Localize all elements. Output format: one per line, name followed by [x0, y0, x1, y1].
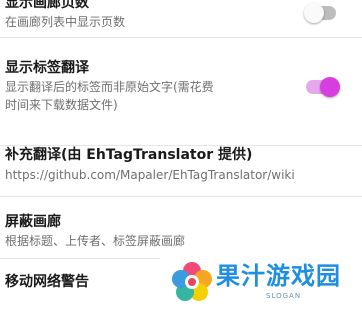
setting-title: 补充翻译(由 EhTagTranslator 提供) — [5, 147, 253, 163]
watermark-flower-logo — [172, 262, 212, 301]
setting-title: 移动网络警告 — [5, 274, 89, 290]
setting-title: 显示画廊页数 — [5, 0, 89, 11]
setting-subtitle-line1: 显示翻译后的标签而非原始文字(需花费 — [5, 80, 214, 94]
setting-title: 显示标签翻译 — [5, 60, 89, 76]
setting-subtitle-link[interactable]: https://github.com/Mapaler/EhTagTranslat… — [5, 166, 295, 185]
setting-block-gallery[interactable]: 屏蔽画廊 根据标题、上传者、标签屏蔽画廊 — [0, 197, 362, 259]
setting-subtitle: 在画廊列表中显示页数 — [5, 15, 126, 29]
watermark: 果汁游戏园 SLOGAN — [160, 258, 362, 306]
show-page-count-toggle[interactable] — [304, 3, 336, 23]
toggle-thumb — [320, 77, 340, 97]
watermark-slogan: SLOGAN — [266, 292, 302, 300]
setting-title: 屏蔽画廊 — [5, 214, 61, 230]
setting-subtitle: 根据标题、上传者、标签屏蔽画廊 — [5, 234, 186, 248]
watermark-name: 果汁游戏园 — [216, 262, 341, 290]
show-tag-translation-toggle[interactable] — [306, 77, 340, 97]
setting-supplementary-translation[interactable]: 补充翻译(由 EhTagTranslator 提供) https://githu… — [0, 130, 362, 197]
toggle-thumb — [304, 3, 324, 23]
setting-subtitle-line2: 时间来下载数据文件) — [5, 98, 118, 112]
setting-show-page-count[interactable]: 显示画廊页数 在画廊列表中显示页数 — [0, 0, 362, 38]
